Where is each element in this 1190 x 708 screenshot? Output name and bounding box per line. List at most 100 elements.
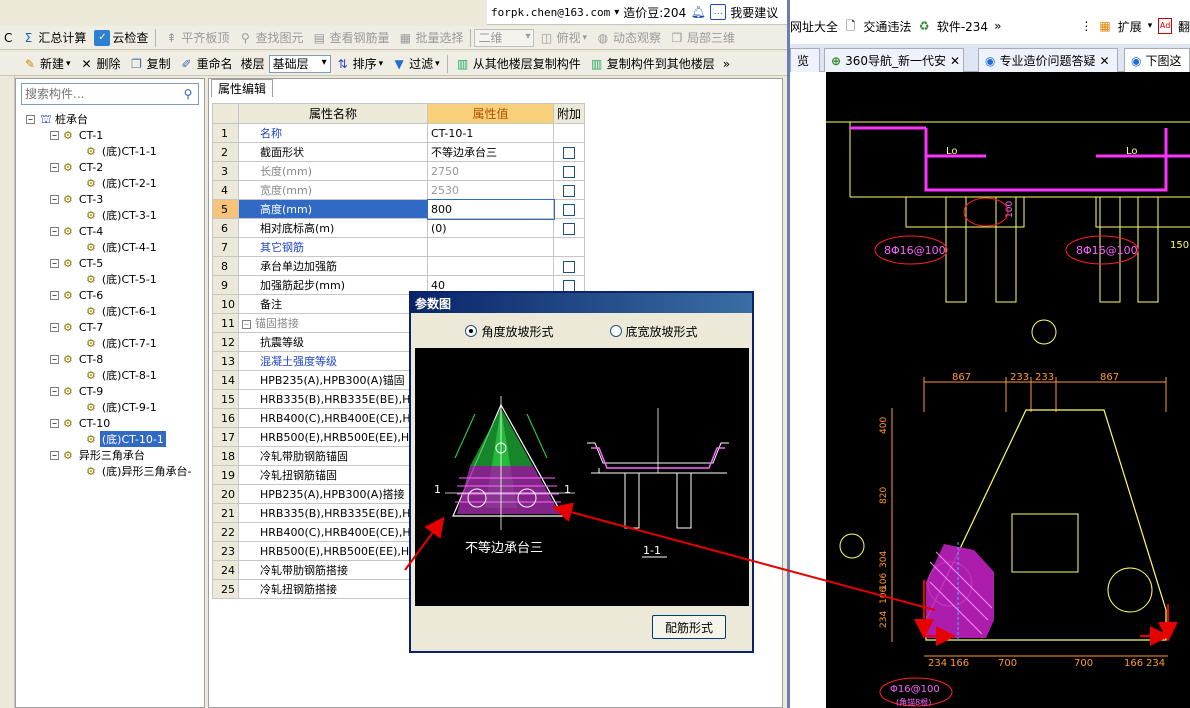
extra-checkbox[interactable]: [563, 165, 575, 178]
tree-node[interactable]: − ⚙ CT-9: [50, 383, 105, 399]
tree-node[interactable]: − ⚙ CT-5: [50, 255, 105, 271]
extra-checkbox[interactable]: [563, 222, 575, 235]
tree-child-node[interactable]: ⚙ (底)CT-6-1: [86, 303, 159, 319]
tree-node[interactable]: − ⚙ CT-7: [50, 319, 105, 335]
collapse-toggle[interactable]: −: [50, 450, 59, 460]
property-row[interactable]: 6 相对底标高(m) (0): [212, 218, 586, 238]
dialog-title[interactable]: 参数图: [411, 293, 752, 313]
delete-button[interactable]: ✕ 删除: [75, 53, 125, 75]
collapse-toggle[interactable]: −: [50, 354, 59, 364]
tree-child-node[interactable]: ⚙ (底)CT-2-1: [86, 175, 159, 191]
user-email[interactable]: forpk.chen@163.com: [491, 6, 610, 19]
property-row[interactable]: 7 其它钢筋: [212, 237, 586, 257]
collapse-toggle[interactable]: −: [242, 320, 251, 329]
copy-to-floor-button[interactable]: ▥ 复制构件到其他楼层: [585, 53, 719, 75]
copy-button[interactable]: ❐ 复制: [125, 53, 175, 75]
rename-button[interactable]: ✐ 重命名: [175, 53, 237, 75]
tree-node[interactable]: − ⚙ CT-4: [50, 223, 105, 239]
extra-checkbox[interactable]: [563, 260, 575, 273]
tree-child-node[interactable]: ⚙ (底)CT-5-1: [86, 271, 159, 287]
top-view-button[interactable]: ◫ 俯视 ▾: [534, 27, 591, 49]
bookmark-web-directory[interactable]: 网址大全: [790, 18, 838, 35]
tree-root[interactable]: − ⛫ 桩承台: [26, 111, 90, 127]
property-row[interactable]: 1 名称 CT-10-1: [212, 123, 586, 143]
collapse-toggle[interactable]: −: [50, 386, 59, 396]
more-menu-icon[interactable]: ⋮: [1080, 19, 1092, 33]
collapse-toggle[interactable]: −: [50, 194, 59, 204]
extensions-button[interactable]: 扩展: [1118, 18, 1142, 35]
orbit-button[interactable]: ◍ 动态观察: [591, 27, 665, 49]
property-row[interactable]: 2 截面形状 不等边承台三: [212, 142, 586, 162]
local-3d-button[interactable]: ❒ 局部三维: [665, 27, 739, 49]
suggest-link[interactable]: 我要建议: [730, 4, 778, 21]
collapse-toggle[interactable]: −: [50, 130, 59, 140]
radio-angle-slope[interactable]: 角度放坡形式: [465, 323, 554, 340]
property-row[interactable]: 8 承台单边加强筋: [212, 256, 586, 276]
property-value[interactable]: (0): [427, 218, 554, 238]
property-row[interactable]: 5 高度(mm) 800: [212, 198, 586, 220]
collapse-toggle[interactable]: −: [26, 114, 35, 124]
tree-child-node[interactable]: ⚙ (底)CT-3-1: [86, 207, 159, 223]
batch-select-button[interactable]: ▦ 批量选择: [393, 27, 467, 49]
tree-child-node[interactable]: ⚙ (底)CT-7-1: [86, 335, 159, 351]
property-value[interactable]: 2750: [427, 161, 554, 181]
filter-button[interactable]: ▼ 过滤 ▾: [387, 53, 444, 75]
tab-360-nav[interactable]: ⊕ 360导航_新一代安 ✕: [824, 48, 964, 72]
view-rebar-button[interactable]: ▤ 查看钢筋量: [307, 27, 393, 49]
tab-partial[interactable]: 览: [790, 48, 820, 72]
search-icon[interactable]: ⚲: [178, 86, 198, 102]
property-value[interactable]: [427, 256, 554, 276]
property-value[interactable]: [427, 237, 554, 257]
property-row[interactable]: 4 宽度(mm) 2530: [212, 180, 586, 200]
property-value[interactable]: 800: [426, 198, 555, 220]
tree-node[interactable]: − ⚙ CT-8: [50, 351, 105, 367]
extra-checkbox[interactable]: [563, 184, 575, 197]
tree-node[interactable]: − ⚙ CT-6: [50, 287, 105, 303]
cloud-check-button[interactable]: ✓ 云检查: [90, 27, 152, 49]
property-value[interactable]: 不等边承台三: [427, 142, 554, 162]
new-button[interactable]: ✎ 新建 ▾: [18, 53, 75, 75]
tree-node[interactable]: − ⚙ CT-2: [50, 159, 105, 175]
find-element-button[interactable]: ⚲ 查找图元: [233, 27, 307, 49]
toolbar-overflow[interactable]: »: [719, 53, 734, 75]
tree-node[interactable]: − ⚙ CT-1: [50, 127, 105, 143]
summary-calc-button[interactable]: Σ 汇总计算: [16, 27, 90, 49]
tree-child-node[interactable]: ⚙ (底)CT-4-1: [86, 239, 159, 255]
tree-node[interactable]: − ⚙ CT-10: [50, 415, 112, 431]
copy-from-floor-button[interactable]: ▥ 从其他楼层复制构件: [451, 53, 585, 75]
tree-child-node[interactable]: ⚙ (底)CT-8-1: [86, 367, 159, 383]
tree-child-node[interactable]: ⚙ (底)CT-10-1: [86, 431, 166, 447]
extra-checkbox[interactable]: [563, 279, 575, 292]
collapse-toggle[interactable]: −: [50, 322, 59, 332]
tree-child-node[interactable]: ⚙ (底)CT-9-1: [86, 399, 159, 415]
toolbar-c[interactable]: C: [0, 27, 16, 49]
tree-child-node[interactable]: ⚙ (底)异形三角承台-: [86, 463, 193, 479]
view-mode-combo[interactable]: 二维: [474, 28, 535, 47]
bookmarks-overflow[interactable]: »: [994, 19, 1001, 33]
search-input[interactable]: [22, 85, 178, 103]
tab-cost-qa[interactable]: ◉ 专业造价问题答疑 ✕: [978, 48, 1118, 72]
collapse-toggle[interactable]: −: [50, 162, 59, 172]
close-icon[interactable]: ✕: [1100, 54, 1110, 68]
close-icon[interactable]: ✕: [950, 54, 960, 68]
bookmark-traffic[interactable]: 交通违法: [863, 18, 911, 35]
floor-select[interactable]: 基础层: [268, 54, 331, 73]
bell-icon[interactable]: 🔔︎: [690, 4, 706, 20]
user-dropdown-icon[interactable]: ▾: [614, 7, 619, 18]
property-value[interactable]: CT-10-1: [427, 123, 554, 143]
align-top-button[interactable]: ⇞ 平齐板顶: [159, 27, 233, 49]
collapse-toggle[interactable]: −: [50, 290, 59, 300]
bookmark-software[interactable]: 软件-234: [937, 18, 988, 35]
extra-checkbox[interactable]: [563, 203, 575, 216]
collapse-toggle[interactable]: −: [50, 418, 59, 428]
property-value[interactable]: 2530: [427, 180, 554, 200]
translate-button[interactable]: 翻: [1178, 18, 1190, 35]
radio-width-slope[interactable]: 底宽放坡形式: [609, 323, 698, 340]
tree-node[interactable]: − ⚙ 异形三角承台: [50, 447, 147, 463]
rebar-form-button[interactable]: 配筋形式: [652, 615, 726, 639]
collapse-toggle[interactable]: −: [50, 258, 59, 268]
tree-node[interactable]: − ⚙ CT-3: [50, 191, 105, 207]
extra-checkbox[interactable]: [563, 146, 575, 159]
collapse-toggle[interactable]: −: [50, 226, 59, 236]
sort-button[interactable]: ⇅ 排序 ▾: [331, 53, 388, 75]
